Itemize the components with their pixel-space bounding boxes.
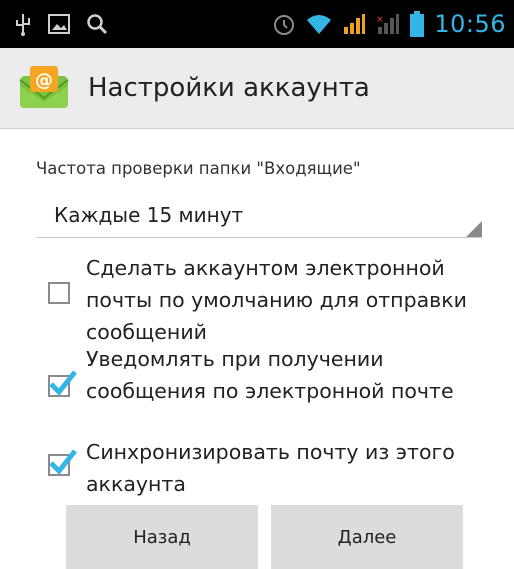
default-account-label: Сделать аккаунтом электронной почты по у… bbox=[86, 256, 467, 344]
notify-label: Уведомлять при получении сообщения по эл… bbox=[86, 347, 454, 403]
checkmark-icon bbox=[49, 370, 77, 396]
frequency-spinner[interactable]: Каждые 15 минут bbox=[36, 195, 482, 238]
sync-label: Синхронизировать почту из этого аккаунта bbox=[86, 440, 455, 496]
svg-text:@: @ bbox=[35, 70, 53, 91]
checkmark-icon bbox=[49, 449, 77, 475]
svg-text:×: × bbox=[376, 15, 384, 25]
frequency-label: Частота проверки папки "Входящие" bbox=[36, 159, 361, 178]
battery-icon bbox=[410, 11, 425, 37]
signal-secondary-icon: × bbox=[376, 13, 400, 35]
action-bar: @ Настройки аккаунта bbox=[0, 48, 514, 129]
spinner-corner-icon bbox=[466, 221, 482, 237]
usb-icon bbox=[14, 12, 32, 36]
email-app-icon[interactable]: @ bbox=[18, 66, 70, 110]
next-button[interactable]: Далее bbox=[271, 505, 463, 569]
page-title: Настройки аккаунта bbox=[88, 73, 370, 103]
search-icon bbox=[86, 13, 108, 35]
default-account-checkbox[interactable] bbox=[48, 282, 70, 304]
status-bar: × 10:56 bbox=[0, 0, 514, 48]
sync-checkbox[interactable] bbox=[48, 449, 77, 476]
signal-icon bbox=[342, 13, 366, 35]
frequency-spinner-value: Каждые 15 минут bbox=[54, 203, 244, 227]
wifi-icon bbox=[306, 13, 332, 35]
alarm-icon bbox=[272, 12, 296, 36]
notify-checkbox[interactable] bbox=[48, 370, 77, 397]
back-button[interactable]: Назад bbox=[66, 505, 258, 569]
gallery-icon bbox=[48, 14, 70, 34]
status-clock: 10:56 bbox=[434, 10, 506, 38]
